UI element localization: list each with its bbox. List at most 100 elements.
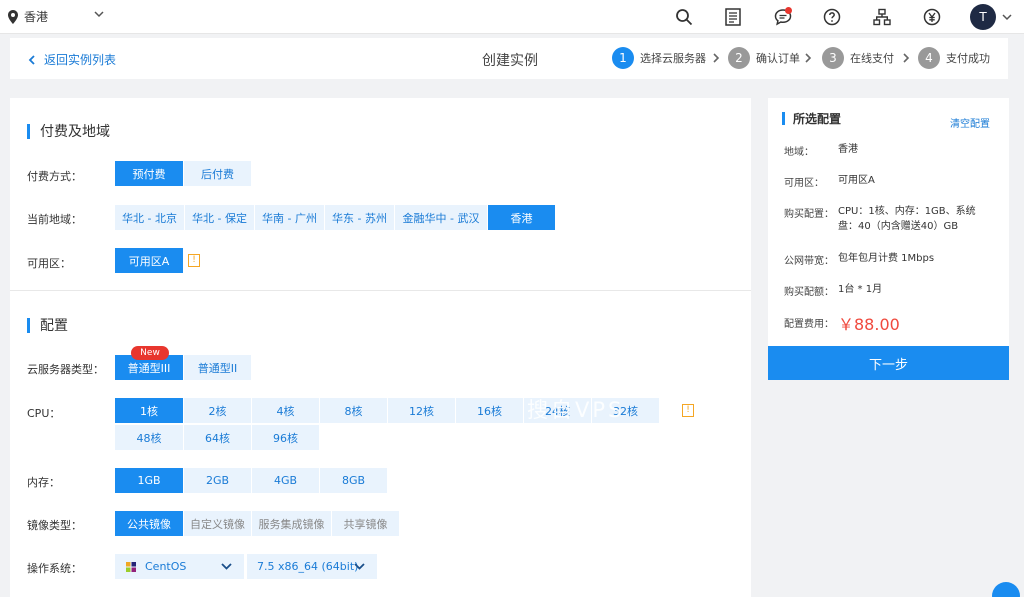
step-2: 2 确认订单: [728, 47, 800, 69]
pay-option-postpaid[interactable]: 后付费: [184, 161, 251, 186]
zone-option-a[interactable]: 可用区A: [115, 248, 183, 273]
step-number: 4: [918, 47, 940, 69]
section-accent-bar: [782, 112, 785, 125]
cpu-option-4[interactable]: 4核: [252, 398, 319, 423]
avatar[interactable]: T: [970, 4, 996, 30]
summary-row-label: 地域：: [784, 147, 814, 158]
step-number: 1: [612, 47, 634, 69]
os-select[interactable]: CentOS: [115, 554, 244, 579]
warning-icon[interactable]: !: [188, 254, 200, 267]
region-option-suzhou[interactable]: 华东 - 苏州: [325, 205, 394, 230]
zone-label: 可用区：: [27, 257, 71, 270]
back-to-instance-list-link[interactable]: 返回实例列表: [28, 51, 116, 68]
chevron-down-icon[interactable]: [1002, 12, 1012, 22]
region-option-baoding[interactable]: 华北 - 保定: [185, 205, 254, 230]
section-accent-bar: [27, 123, 30, 139]
memory-option-1gb[interactable]: 1GB: [115, 468, 183, 493]
cpu-option-8[interactable]: 8核: [320, 398, 387, 423]
summary-title: 所选配置: [782, 110, 841, 127]
cpu-label: CPU：: [27, 407, 61, 420]
cpu-option-12[interactable]: 12核: [388, 398, 455, 423]
chevron-down-icon: [221, 563, 232, 570]
message-icon[interactable]: [773, 7, 793, 27]
yen-icon[interactable]: [922, 7, 942, 27]
cpu-option-96[interactable]: 96核: [252, 425, 319, 450]
step-label: 确认订单: [756, 52, 800, 65]
step-number: 3: [822, 47, 844, 69]
cpu-option-16[interactable]: 16核: [456, 398, 523, 423]
region-option-wuhan[interactable]: 金融华中 - 武汉: [395, 205, 487, 230]
step-label: 支付成功: [946, 52, 990, 65]
next-step-button[interactable]: 下一步: [768, 346, 1009, 380]
os-value: CentOS: [145, 560, 187, 573]
cpu-option-1[interactable]: 1核: [115, 398, 183, 423]
summary-row-value: 1台 * 1月: [838, 284, 883, 295]
image-option-custom[interactable]: 自定义镜像: [184, 511, 251, 536]
step-number: 2: [728, 47, 750, 69]
step-label: 在线支付: [850, 52, 894, 65]
back-label: 返回实例列表: [44, 53, 117, 67]
image-option-public[interactable]: 公共镜像: [115, 511, 183, 536]
pay-option-prepaid[interactable]: 预付费: [115, 161, 183, 186]
cpu-option-48[interactable]: 48核: [115, 425, 183, 450]
section-title-billing: 付费及地域: [27, 121, 110, 141]
floating-help-button[interactable]: [992, 582, 1020, 597]
chevron-down-icon: [354, 563, 365, 570]
summary-row-value: CPU：1核、内存：1GB、系统盘：40（内含赠送40）GB: [838, 206, 976, 232]
section-accent-bar: [27, 317, 30, 333]
watermark: 搜自VPS: [527, 398, 625, 422]
summary-row-value: 包年包月计费 1Mbps: [838, 253, 935, 264]
summary-row-label: 购买配置：: [784, 209, 834, 220]
breadcrumb: 返回实例列表 创建实例 1 选择云服务器 2 确认订单 3 在线支付 4 支付成…: [10, 38, 1008, 79]
summary-row-label: 公网带宽：: [784, 256, 834, 267]
network-icon[interactable]: [872, 7, 892, 27]
memory-label: 内存：: [27, 476, 60, 489]
step-1: 1 选择云服务器: [612, 47, 706, 69]
cpu-option-64[interactable]: 64核: [184, 425, 251, 450]
chevron-right-icon: [805, 53, 812, 63]
search-icon[interactable]: [674, 7, 694, 27]
step-4: 4 支付成功: [918, 47, 990, 69]
summary-row-label: 配置费用：: [784, 319, 834, 330]
summary-panel: 所选配置 清空配置 地域： 香港 可用区： 可用区A 购买配置： CPU：1核、…: [768, 98, 1009, 348]
server-type-option-ii[interactable]: 普通型II: [184, 355, 251, 380]
memory-option-4gb[interactable]: 4GB: [252, 468, 319, 493]
region-option-hongkong[interactable]: 香港: [488, 205, 555, 230]
memory-option-8gb[interactable]: 8GB: [320, 468, 387, 493]
image-option-shared[interactable]: 共享镜像: [332, 511, 399, 536]
pay-method-label: 付费方式：: [27, 170, 82, 183]
os-version-value: 7.5 x86_64 (64bit): [257, 560, 359, 573]
section-divider: [10, 290, 751, 291]
region-label: 香港: [24, 10, 49, 24]
step-label: 选择云服务器: [640, 52, 706, 65]
image-option-service[interactable]: 服务集成镜像: [252, 511, 331, 536]
image-type-label: 镜像类型：: [27, 519, 82, 532]
os-version-select[interactable]: 7.5 x86_64 (64bit): [247, 554, 377, 579]
clear-config-link[interactable]: 清空配置: [950, 115, 990, 130]
summary-row-label: 可用区：: [784, 178, 824, 189]
region-selector[interactable]: 香港: [8, 8, 104, 25]
region-option-beijing[interactable]: 华北 - 北京: [115, 205, 184, 230]
summary-row-value: 香港: [838, 144, 858, 155]
summary-title-text: 所选配置: [793, 112, 842, 126]
step-3: 3 在线支付: [822, 47, 894, 69]
page-title: 创建实例: [482, 53, 538, 69]
os-label: 操作系统：: [27, 562, 82, 575]
warning-icon[interactable]: !: [682, 404, 694, 417]
document-icon[interactable]: [723, 7, 743, 27]
chevron-right-icon: [713, 53, 720, 63]
centos-logo-icon: [126, 561, 136, 572]
memory-option-2gb[interactable]: 2GB: [184, 468, 251, 493]
avatar-letter: T: [979, 10, 987, 24]
instance-config-form: 付费及地域 付费方式： 预付费 后付费 当前地域： 华北 - 北京 华北 - 保…: [10, 98, 751, 597]
location-pin-icon: [8, 9, 18, 24]
region-option-guangzhou[interactable]: 华南 - 广州: [255, 205, 324, 230]
chevron-down-icon: [94, 11, 104, 18]
help-icon[interactable]: [822, 7, 842, 27]
summary-row-value: 可用区A: [838, 175, 875, 186]
section-title-config: 配置: [27, 315, 68, 335]
summary-row-label: 购买配额：: [784, 287, 834, 298]
section-title-text: 付费及地域: [40, 124, 110, 140]
chevron-right-icon: [903, 53, 910, 63]
cpu-option-2[interactable]: 2核: [184, 398, 251, 423]
